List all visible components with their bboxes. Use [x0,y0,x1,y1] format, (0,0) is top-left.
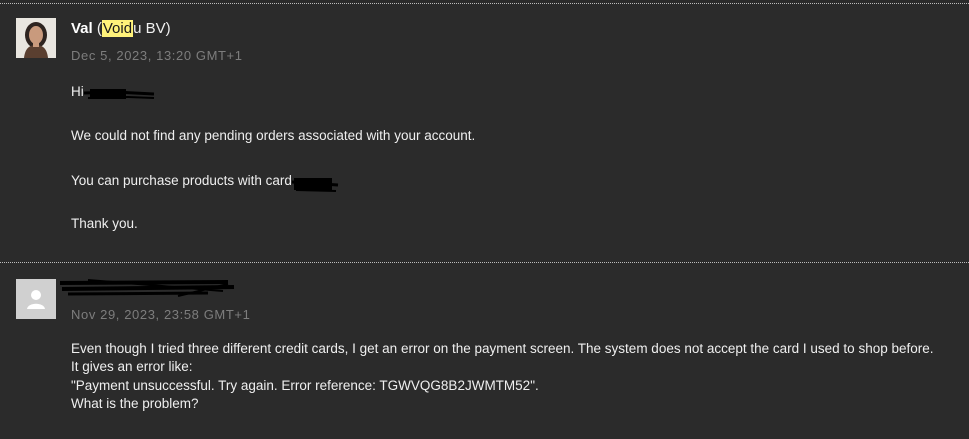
avatar-photo-icon [16,18,56,58]
search-highlight: Void [101,20,134,37]
avatar[interactable] [16,279,56,319]
message-body-line: What is the problem? [71,396,199,411]
message-timestamp: Dec 5, 2023, 13:20 GMT+1 [71,48,243,63]
message-body-line: "Payment unsuccessful. Try again. Error … [71,378,539,393]
sender-company: (Voidu BV) [97,20,171,37]
redaction-scribble [59,279,235,297]
company-rest: u BV) [133,20,171,37]
message-item: Val (Voidu BV) Dec 5, 2023, 13:20 GMT+1 … [0,4,969,262]
message-body-line: You can purchase products with card [71,173,292,188]
message-body-line: Even though I tried three different cred… [71,341,934,356]
redaction-scribble [291,178,339,192]
message-item: Nov 29, 2023, 23:58 GMT+1 Even though I … [0,263,969,439]
message-body-line: We could not find any pending orders ass… [71,128,476,143]
sender-name: Val [71,20,93,37]
avatar[interactable] [16,18,56,58]
message-thread: Val (Voidu BV) Dec 5, 2023, 13:20 GMT+1 … [0,0,969,439]
message-body-line: It gives an error like: [71,359,193,374]
sender-label: Val (Voidu BV) [71,20,171,37]
redaction-scribble [83,89,155,99]
message-body-line: Thank you. [71,216,138,231]
default-user-icon [16,279,56,319]
message-timestamp: Nov 29, 2023, 23:58 GMT+1 [71,307,251,322]
